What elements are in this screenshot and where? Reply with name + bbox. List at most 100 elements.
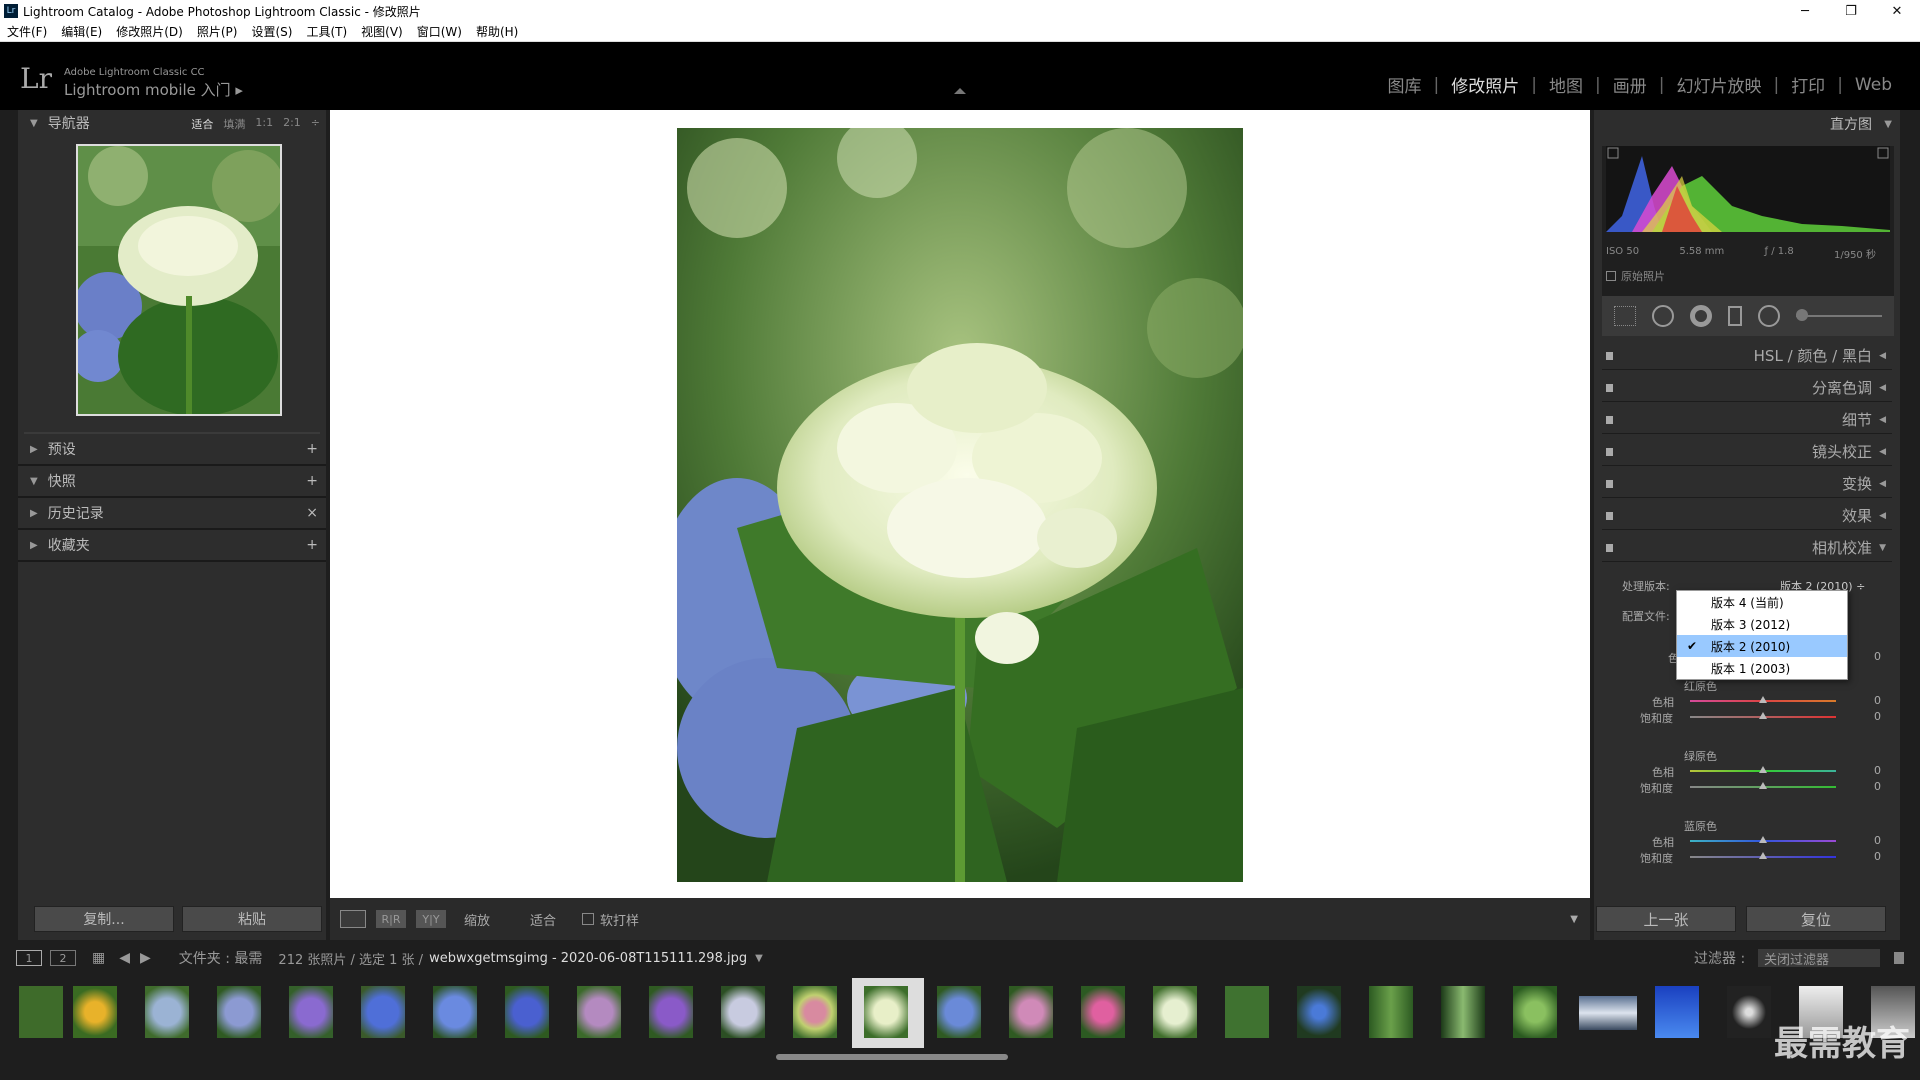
filmstrip-thumb[interactable] — [642, 980, 700, 1044]
snapshots-header[interactable]: ▼ 快照 + — [18, 466, 326, 498]
filmstrip-scrollbar[interactable] — [776, 1054, 1008, 1060]
toolbar-menu-icon[interactable]: ▼ — [1570, 914, 1578, 925]
filmstrip-thumb[interactable] — [498, 980, 556, 1044]
tint-value[interactable]: 0 — [1874, 650, 1881, 663]
module-library[interactable]: 图库 — [1376, 72, 1434, 97]
menu-photo[interactable]: 照片(P) — [190, 23, 245, 40]
original-photo-checkbox[interactable] — [1606, 271, 1616, 281]
filmstrip-thumb[interactable] — [1290, 980, 1348, 1044]
module-book[interactable]: 画册 — [1601, 72, 1659, 97]
original-photo-toggle[interactable]: 原始照片 — [1606, 268, 1665, 284]
red-hue-slider[interactable] — [1690, 696, 1836, 703]
section-hsl[interactable]: HSL / 颜色 / 黑白 ◀ — [1602, 342, 1892, 370]
filmstrip-thumb[interactable] — [354, 980, 412, 1044]
collections-header[interactable]: ▶ 收藏夹 + — [18, 530, 326, 562]
softproof-checkbox[interactable] — [582, 913, 595, 925]
blue-hue-value[interactable]: 0 — [1874, 834, 1881, 847]
filmstrip-thumb[interactable] — [1572, 980, 1642, 1044]
red-sat-value[interactable]: 0 — [1874, 710, 1881, 723]
radial-filter-icon[interactable] — [1758, 305, 1780, 327]
reset-button[interactable]: 复位 — [1746, 906, 1886, 932]
menu-develop[interactable]: 修改照片(D) — [109, 23, 190, 40]
zoom-stepper-icon[interactable]: ÷ — [311, 116, 320, 132]
slider-knob[interactable] — [1759, 696, 1767, 703]
section-toggle[interactable] — [1606, 384, 1613, 392]
filter-select[interactable]: 关闭过滤器 — [1758, 949, 1880, 968]
before-after-swap-icon[interactable]: Y|Y — [416, 910, 446, 928]
spot-removal-icon[interactable] — [1652, 305, 1674, 327]
section-toggle[interactable] — [1606, 448, 1613, 456]
section-toggle[interactable] — [1606, 544, 1613, 552]
process-option-v1[interactable]: 版本 1 (2003) — [1677, 657, 1847, 679]
graduated-filter-icon[interactable] — [1728, 306, 1742, 326]
main-photo[interactable] — [677, 128, 1243, 882]
forward-arrow-icon[interactable]: ▶ — [140, 950, 151, 966]
menu-tools[interactable]: 工具(T) — [299, 23, 354, 40]
filename-dropdown-icon[interactable]: ▼ — [755, 953, 763, 964]
back-arrow-icon[interactable]: ◀ — [119, 950, 130, 966]
module-develop[interactable]: 修改照片 — [1439, 72, 1531, 97]
crop-tool-icon[interactable] — [1614, 306, 1636, 326]
add-snapshot-icon[interactable]: + — [306, 473, 318, 489]
filmstrip-thumb[interactable] — [210, 980, 268, 1044]
menu-window[interactable]: 窗口(W) — [410, 23, 469, 40]
filmstrip-thumb[interactable] — [426, 980, 484, 1044]
menu-view[interactable]: 视图(V) — [354, 23, 410, 40]
source-label[interactable]: 文件夹 : 最需 — [179, 948, 263, 968]
zoom-fill[interactable]: 填满 — [223, 116, 245, 132]
green-hue-slider[interactable] — [1690, 766, 1836, 773]
navigator-header[interactable]: ▼ 导航器 适合 填满 1:1 2:1 ÷ — [18, 110, 326, 136]
slider-knob[interactable] — [1759, 782, 1767, 789]
menu-edit[interactable]: 编辑(E) — [54, 23, 109, 40]
filmstrip-thumb[interactable] — [1648, 980, 1706, 1044]
process-option-v4[interactable]: 版本 4 (当前) — [1677, 591, 1847, 613]
filmstrip-thumb[interactable] — [66, 980, 124, 1044]
clear-history-icon[interactable]: × — [306, 505, 318, 521]
filmstrip-thumb[interactable] — [1434, 980, 1492, 1044]
filmstrip-thumb[interactable] — [1362, 980, 1420, 1044]
filmstrip-thumb[interactable] — [786, 980, 844, 1044]
filmstrip-thumb[interactable] — [12, 980, 70, 1044]
screen-2-button[interactable]: 2 — [50, 950, 76, 966]
module-slideshow[interactable]: 幻灯片放映 — [1664, 72, 1773, 97]
section-toggle[interactable] — [1606, 480, 1613, 488]
blue-hue-slider[interactable] — [1690, 836, 1836, 843]
navigator-thumbnail[interactable] — [76, 144, 282, 416]
section-detail[interactable]: 细节 ◀ — [1602, 406, 1892, 434]
section-toggle[interactable] — [1606, 416, 1613, 424]
filter-lock-icon[interactable] — [1894, 952, 1904, 964]
blue-sat-slider[interactable] — [1690, 852, 1836, 859]
restore-button[interactable]: ❐ — [1828, 0, 1874, 22]
slider-knob[interactable] — [1759, 712, 1767, 719]
previous-button[interactable]: 上一张 — [1596, 906, 1736, 932]
close-button[interactable]: ✕ — [1874, 0, 1920, 22]
filmstrip-thumb[interactable] — [1506, 980, 1564, 1044]
grid-view-icon[interactable]: ▦ — [92, 950, 105, 966]
section-camera-calibration[interactable]: 相机校准 ▼ — [1602, 534, 1892, 562]
filmstrip-thumb[interactable] — [1002, 980, 1060, 1044]
before-after-icon[interactable]: R|R — [376, 910, 406, 928]
filmstrip-thumb[interactable] — [1218, 980, 1276, 1044]
red-eye-icon[interactable] — [1690, 305, 1712, 327]
menu-settings[interactable]: 设置(S) — [244, 23, 299, 40]
slider-knob[interactable] — [1759, 836, 1767, 843]
filmstrip-thumb[interactable] — [138, 980, 196, 1044]
blue-sat-value[interactable]: 0 — [1874, 850, 1881, 863]
identity-line2[interactable]: Lightroom mobile 入门 ▸ — [64, 79, 243, 100]
zoom-fit[interactable]: 适合 — [191, 116, 213, 132]
zoom-1-1[interactable]: 1:1 — [255, 116, 273, 132]
collapse-top-arrow-icon[interactable] — [954, 88, 966, 94]
slider-knob[interactable] — [1759, 766, 1767, 773]
slider-knob[interactable] — [1759, 852, 1767, 859]
filmstrip-thumb[interactable] — [282, 980, 340, 1044]
filmstrip-thumb[interactable] — [570, 980, 628, 1044]
minimize-button[interactable]: ─ — [1782, 0, 1828, 22]
zoom-2-1[interactable]: 2:1 — [283, 116, 301, 132]
green-sat-slider[interactable] — [1690, 782, 1836, 789]
filmstrip-thumb[interactable] — [1720, 980, 1778, 1044]
red-hue-value[interactable]: 0 — [1874, 694, 1881, 707]
screen-1-button[interactable]: 1 — [16, 950, 42, 966]
section-transform[interactable]: 变换 ◀ — [1602, 470, 1892, 498]
zoom-value[interactable]: 适合 — [530, 910, 556, 929]
loupe-view-icon[interactable] — [340, 910, 366, 928]
